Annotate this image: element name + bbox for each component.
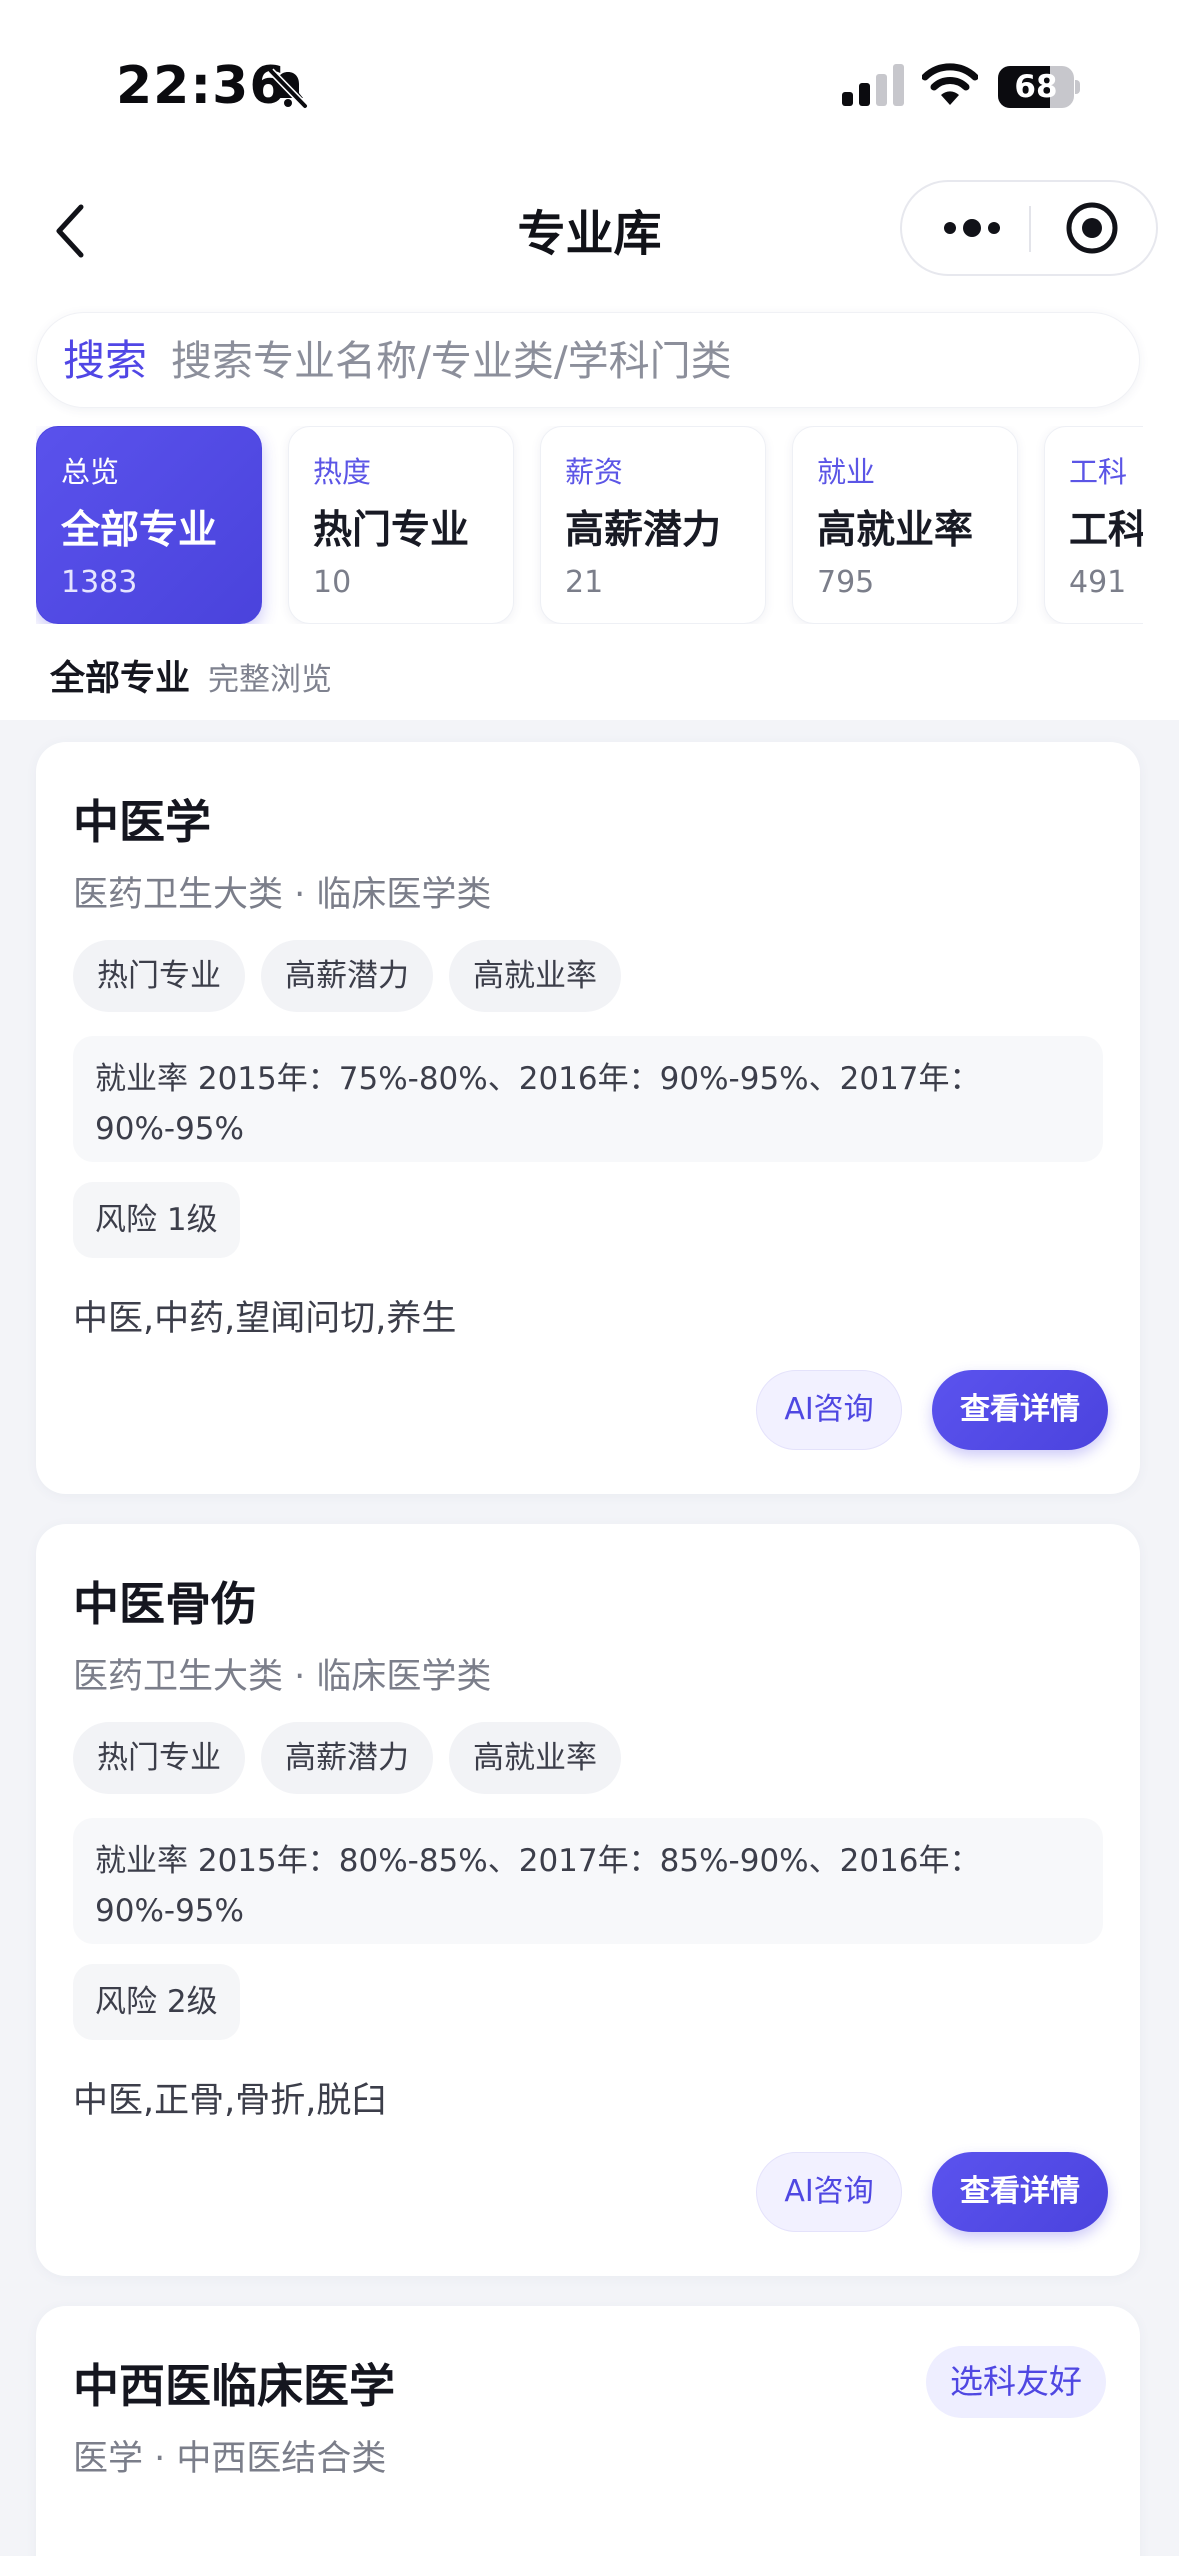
employment-rate-box: 就业率 2015年：75%-80%、2016年：90%-95%、2017年：90… <box>73 1036 1103 1162</box>
mini-program-capsule <box>900 180 1158 276</box>
bell-off-icon <box>268 68 308 109</box>
major-card[interactable]: 中医学 医药卫生大类 · 临床医学类 热门专业 高薪潜力 高就业率 就业率 20… <box>36 742 1140 1494</box>
major-name: 中西医临床医学 <box>73 2359 395 2413</box>
search-bar[interactable]: 搜索 <box>36 312 1140 408</box>
category-tab-all[interactable]: 总览 全部专业 1383 <box>36 426 262 624</box>
battery-icon: 68 <box>998 66 1080 108</box>
status-time: 22:36 <box>116 56 287 116</box>
subject-friendly-badge: 选科友好 <box>926 2346 1106 2418</box>
category-title: 全部专业 <box>61 508 218 553</box>
section-subtitle: 完整浏览 <box>208 662 333 698</box>
risk-level-badge: 风险 1级 <box>73 1182 240 1258</box>
category-title: 工科 <box>1069 508 1143 553</box>
category-title: 高就业率 <box>817 508 974 553</box>
tag-salary: 高薪潜力 <box>261 940 433 1012</box>
major-keywords: 中医,正骨,骨折,脱臼 <box>73 2081 387 2121</box>
view-details-button[interactable]: 查看详情 <box>932 2152 1108 2232</box>
category-title: 热门专业 <box>313 508 470 553</box>
status-bar: 22:36 68 <box>0 0 1179 170</box>
category-tab-employment[interactable]: 就业 高就业率 795 <box>792 426 1018 624</box>
chevron-left-icon <box>56 204 84 258</box>
category-tab-hot[interactable]: 热度 热门专业 10 <box>288 426 514 624</box>
ai-consult-button[interactable]: AI咨询 <box>756 1370 902 1450</box>
tag-salary: 高薪潜力 <box>261 1722 433 1794</box>
ai-consult-button[interactable]: AI咨询 <box>756 2152 902 2232</box>
more-button[interactable] <box>922 182 1022 274</box>
capsule-divider <box>1029 206 1031 252</box>
category-tabs: 总览 全部专业 1383 热度 热门专业 10 薪资 高薪潜力 21 就业 高就… <box>36 426 1143 624</box>
major-category-path: 医学 · 中西医结合类 <box>73 2439 387 2479</box>
employment-rate-box: 就业率 2015年：80%-85%、2017年：85%-90%、2016年：90… <box>73 1818 1103 1944</box>
category-kicker: 热度 <box>313 455 372 489</box>
wifi-icon <box>922 63 978 105</box>
category-count: 21 <box>565 565 604 600</box>
view-details-button[interactable]: 查看详情 <box>932 1370 1108 1450</box>
major-category-path: 医药卫生大类 · 临床医学类 <box>73 1657 492 1697</box>
tag-list: 热门专业 高薪潜力 高就业率 <box>73 1722 637 1794</box>
major-card[interactable]: 中医骨伤 医药卫生大类 · 临床医学类 热门专业 高薪潜力 高就业率 就业率 2… <box>36 1524 1140 2276</box>
tag-employment: 高就业率 <box>449 1722 621 1794</box>
major-library-page: 22:36 68 专业库 搜索 搜索专业名称/专业类/学科门类 总览 全部专业 … <box>0 0 1179 2556</box>
category-title: 高薪潜力 <box>565 508 722 553</box>
close-mini-program-button[interactable] <box>1042 182 1142 274</box>
category-kicker: 总览 <box>61 455 120 489</box>
major-card[interactable]: 中西医临床医学 医学 · 中西医结合类 选科友好 <box>36 2306 1140 2556</box>
cellular-signal-icon <box>842 64 904 106</box>
category-tab-engineering[interactable]: 工科 工科 491 <box>1044 426 1143 624</box>
tag-hot: 热门专业 <box>73 1722 245 1794</box>
category-count: 795 <box>817 565 875 600</box>
back-button[interactable] <box>36 196 106 266</box>
category-count: 491 <box>1069 565 1127 600</box>
major-name: 中医学 <box>73 795 211 849</box>
target-circle-icon <box>1066 202 1118 254</box>
more-dots-icon <box>944 219 1000 237</box>
search-label: 搜索 <box>63 336 148 385</box>
category-kicker: 就业 <box>817 455 876 489</box>
tag-hot: 热门专业 <box>73 940 245 1012</box>
risk-level-badge: 风险 2级 <box>73 1964 240 2040</box>
category-kicker: 工科 <box>1069 455 1128 489</box>
category-count: 1383 <box>61 565 138 600</box>
major-name: 中医骨伤 <box>73 1577 257 1631</box>
battery-level: 68 <box>1014 69 1058 105</box>
tag-employment: 高就业率 <box>449 940 621 1012</box>
section-header: 全部专业 完整浏览 <box>50 650 332 700</box>
section-title: 全部专业 <box>50 659 191 699</box>
major-category-path: 医药卫生大类 · 临床医学类 <box>73 875 492 915</box>
category-count: 10 <box>313 565 352 600</box>
category-tab-salary[interactable]: 薪资 高薪潜力 21 <box>540 426 766 624</box>
major-keywords: 中医,中药,望闻问切,养生 <box>73 1299 457 1339</box>
search-input[interactable] <box>171 331 1071 391</box>
nav-bar: 专业库 <box>0 170 1179 300</box>
tag-list: 热门专业 高薪潜力 高就业率 <box>73 940 637 1012</box>
category-kicker: 薪资 <box>565 455 624 489</box>
